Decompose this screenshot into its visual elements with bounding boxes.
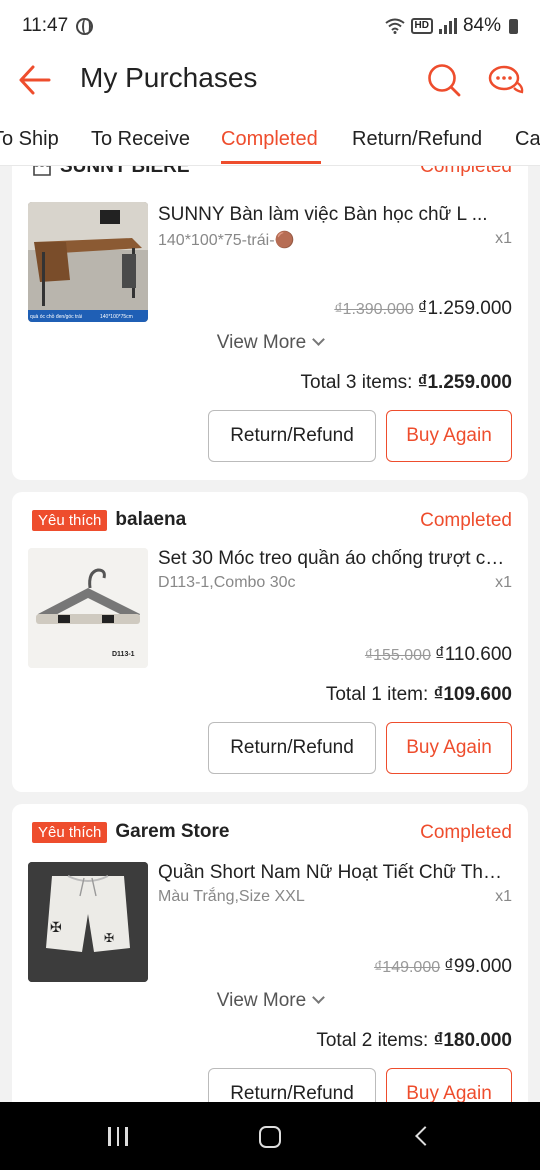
order-card: SUNNY BIERE Completed quà óc chồ đen/góc… <box>12 166 528 480</box>
buy-again-button[interactable]: Buy Again <box>386 1068 512 1102</box>
total-value: ₫109.600 <box>433 684 512 705</box>
total-label: Total 3 items: <box>300 372 413 393</box>
return-refund-button[interactable]: Return/Refund <box>208 722 376 774</box>
favorite-badge: Yêu thích <box>32 821 108 843</box>
product-thumbnail[interactable]: D113-1 <box>28 548 148 668</box>
total-label: Total 1 item: <box>325 684 429 705</box>
view-more-button[interactable]: View More <box>12 990 528 1012</box>
buy-again-button[interactable]: Buy Again <box>386 410 512 462</box>
system-nav-bar <box>0 1102 540 1170</box>
order-total: Total 3 items: ₫1.259.000 <box>301 372 513 394</box>
product-quantity: x1 <box>495 230 512 247</box>
product-variant: Màu Trắng,Size XXL <box>158 888 305 905</box>
status-right: HD 84% <box>384 15 518 37</box>
status-time-group: 11:47 <box>22 15 94 37</box>
original-price: ₫149.000 <box>374 959 441 976</box>
thumb-caption-left: quà óc chồ đen/góc trái <box>30 314 82 320</box>
order-total: Total 2 items: ₫180.000 <box>316 1030 512 1052</box>
recent-apps-icon[interactable] <box>108 1127 128 1146</box>
original-price: ₫155.000 <box>364 647 431 664</box>
product-name[interactable]: Quần Short Nam Nữ Hoạt Tiết Chữ Thập Cao… <box>158 862 508 884</box>
product-variant: D113-1,Combo 30c <box>158 574 296 591</box>
return-refund-button[interactable]: Return/Refund <box>208 1068 376 1102</box>
shop-row[interactable]: SUNNY BIERE <box>32 166 190 178</box>
signal-icon <box>438 18 457 34</box>
product-thumbnail[interactable]: ✠ ✠ <box>28 862 148 982</box>
product-variant: 140*100*75-trái-🟤 <box>158 232 295 249</box>
chevron-down-icon <box>312 991 326 1004</box>
app-header: My Purchases <box>0 52 540 108</box>
order-status: Completed <box>420 510 512 531</box>
original-price: ₫1.390.000 <box>334 301 414 318</box>
total-value: ₫1.259.000 <box>417 372 512 393</box>
order-tabs: To Ship To Receive Completed Return/Refu… <box>0 108 540 166</box>
tab-to-receive[interactable]: To Receive <box>91 128 190 151</box>
total-label: Total 2 items: <box>316 1030 429 1051</box>
chevron-down-icon <box>312 333 326 346</box>
chat-icon[interactable] <box>486 60 526 100</box>
home-icon[interactable] <box>259 1126 281 1148</box>
active-tab-indicator <box>221 161 321 164</box>
shorts-image: ✠ ✠ <box>28 862 148 982</box>
desk-image: quà óc chồ đen/góc trái 140*100*75cm <box>28 202 148 322</box>
shop-row[interactable]: Yêu thích balaena <box>32 509 186 531</box>
wifi-icon <box>384 18 405 34</box>
buy-again-button[interactable]: Buy Again <box>386 722 512 774</box>
back-arrow-icon[interactable] <box>18 64 52 96</box>
product-name[interactable]: SUNNY Bàn làm việc Bàn học chữ L ... <box>158 204 508 226</box>
tab-completed[interactable]: Completed <box>221 128 318 151</box>
hd-badge: HD <box>410 18 433 34</box>
product-quantity: x1 <box>495 888 512 905</box>
status-bar: 11:47 HD 84% <box>0 0 540 52</box>
order-total: Total 1 item: ₫109.600 <box>326 684 512 706</box>
price-group: ₫149.000 ₫99.000 <box>374 956 512 978</box>
globe-icon <box>76 17 94 35</box>
tab-to-ship[interactable]: To Ship <box>0 128 59 151</box>
product-name[interactable]: Set 30 Móc treo quần áo chống trượt chốn… <box>158 548 508 570</box>
price-group: ₫155.000 ₫110.600 <box>365 644 512 666</box>
order-card: Yêu thích balaena Completed D113-1 Set 3… <box>12 492 528 792</box>
return-refund-button[interactable]: Return/Refund <box>208 410 376 462</box>
order-list[interactable]: SUNNY BIERE Completed quà óc chồ đen/góc… <box>0 166 540 1102</box>
product-thumbnail[interactable]: quà óc chồ đen/góc trái 140*100*75cm <box>28 202 148 322</box>
sale-price: ₫99.000 <box>444 956 512 977</box>
tab-cancelled[interactable]: Cancelled <box>515 128 540 151</box>
shop-name: Garem Store <box>115 821 230 842</box>
shop-row[interactable]: Yêu thích Garem Store <box>32 821 229 843</box>
shop-name: balaena <box>115 509 187 530</box>
sale-price: ₫110.600 <box>434 644 512 665</box>
favorite-badge: Yêu thích <box>32 509 108 531</box>
view-more-label: View More <box>216 332 307 353</box>
system-back-icon[interactable] <box>415 1126 435 1146</box>
shop-icon <box>33 166 51 176</box>
status-time: 11:47 <box>22 15 69 36</box>
sale-price: ₫1.259.000 <box>417 298 512 319</box>
thumb-caption-right: 140*100*75cm <box>100 314 133 320</box>
price-group: ₫1.390.000 ₫1.259.000 <box>334 298 512 320</box>
total-value: ₫180.000 <box>433 1030 512 1051</box>
product-quantity: x1 <box>495 574 512 591</box>
page-title: My Purchases <box>80 62 258 93</box>
svg-text:✠: ✠ <box>104 931 114 945</box>
order-status: Completed <box>420 166 512 177</box>
svg-text:✠: ✠ <box>50 920 62 936</box>
battery-icon <box>509 18 518 34</box>
shop-name: SUNNY BIERE <box>60 166 190 177</box>
search-icon[interactable] <box>424 60 464 100</box>
order-card: Yêu thích Garem Store Completed ✠ ✠ Quần… <box>12 804 528 1102</box>
hanger-image: D113-1 <box>28 548 148 668</box>
order-status: Completed <box>420 822 512 843</box>
view-more-button[interactable]: View More <box>12 332 528 354</box>
battery-percent: 84% <box>462 15 501 36</box>
thumb-caption: D113-1 <box>112 651 135 658</box>
view-more-label: View More <box>216 990 307 1011</box>
tab-return-refund[interactable]: Return/Refund <box>352 128 482 151</box>
